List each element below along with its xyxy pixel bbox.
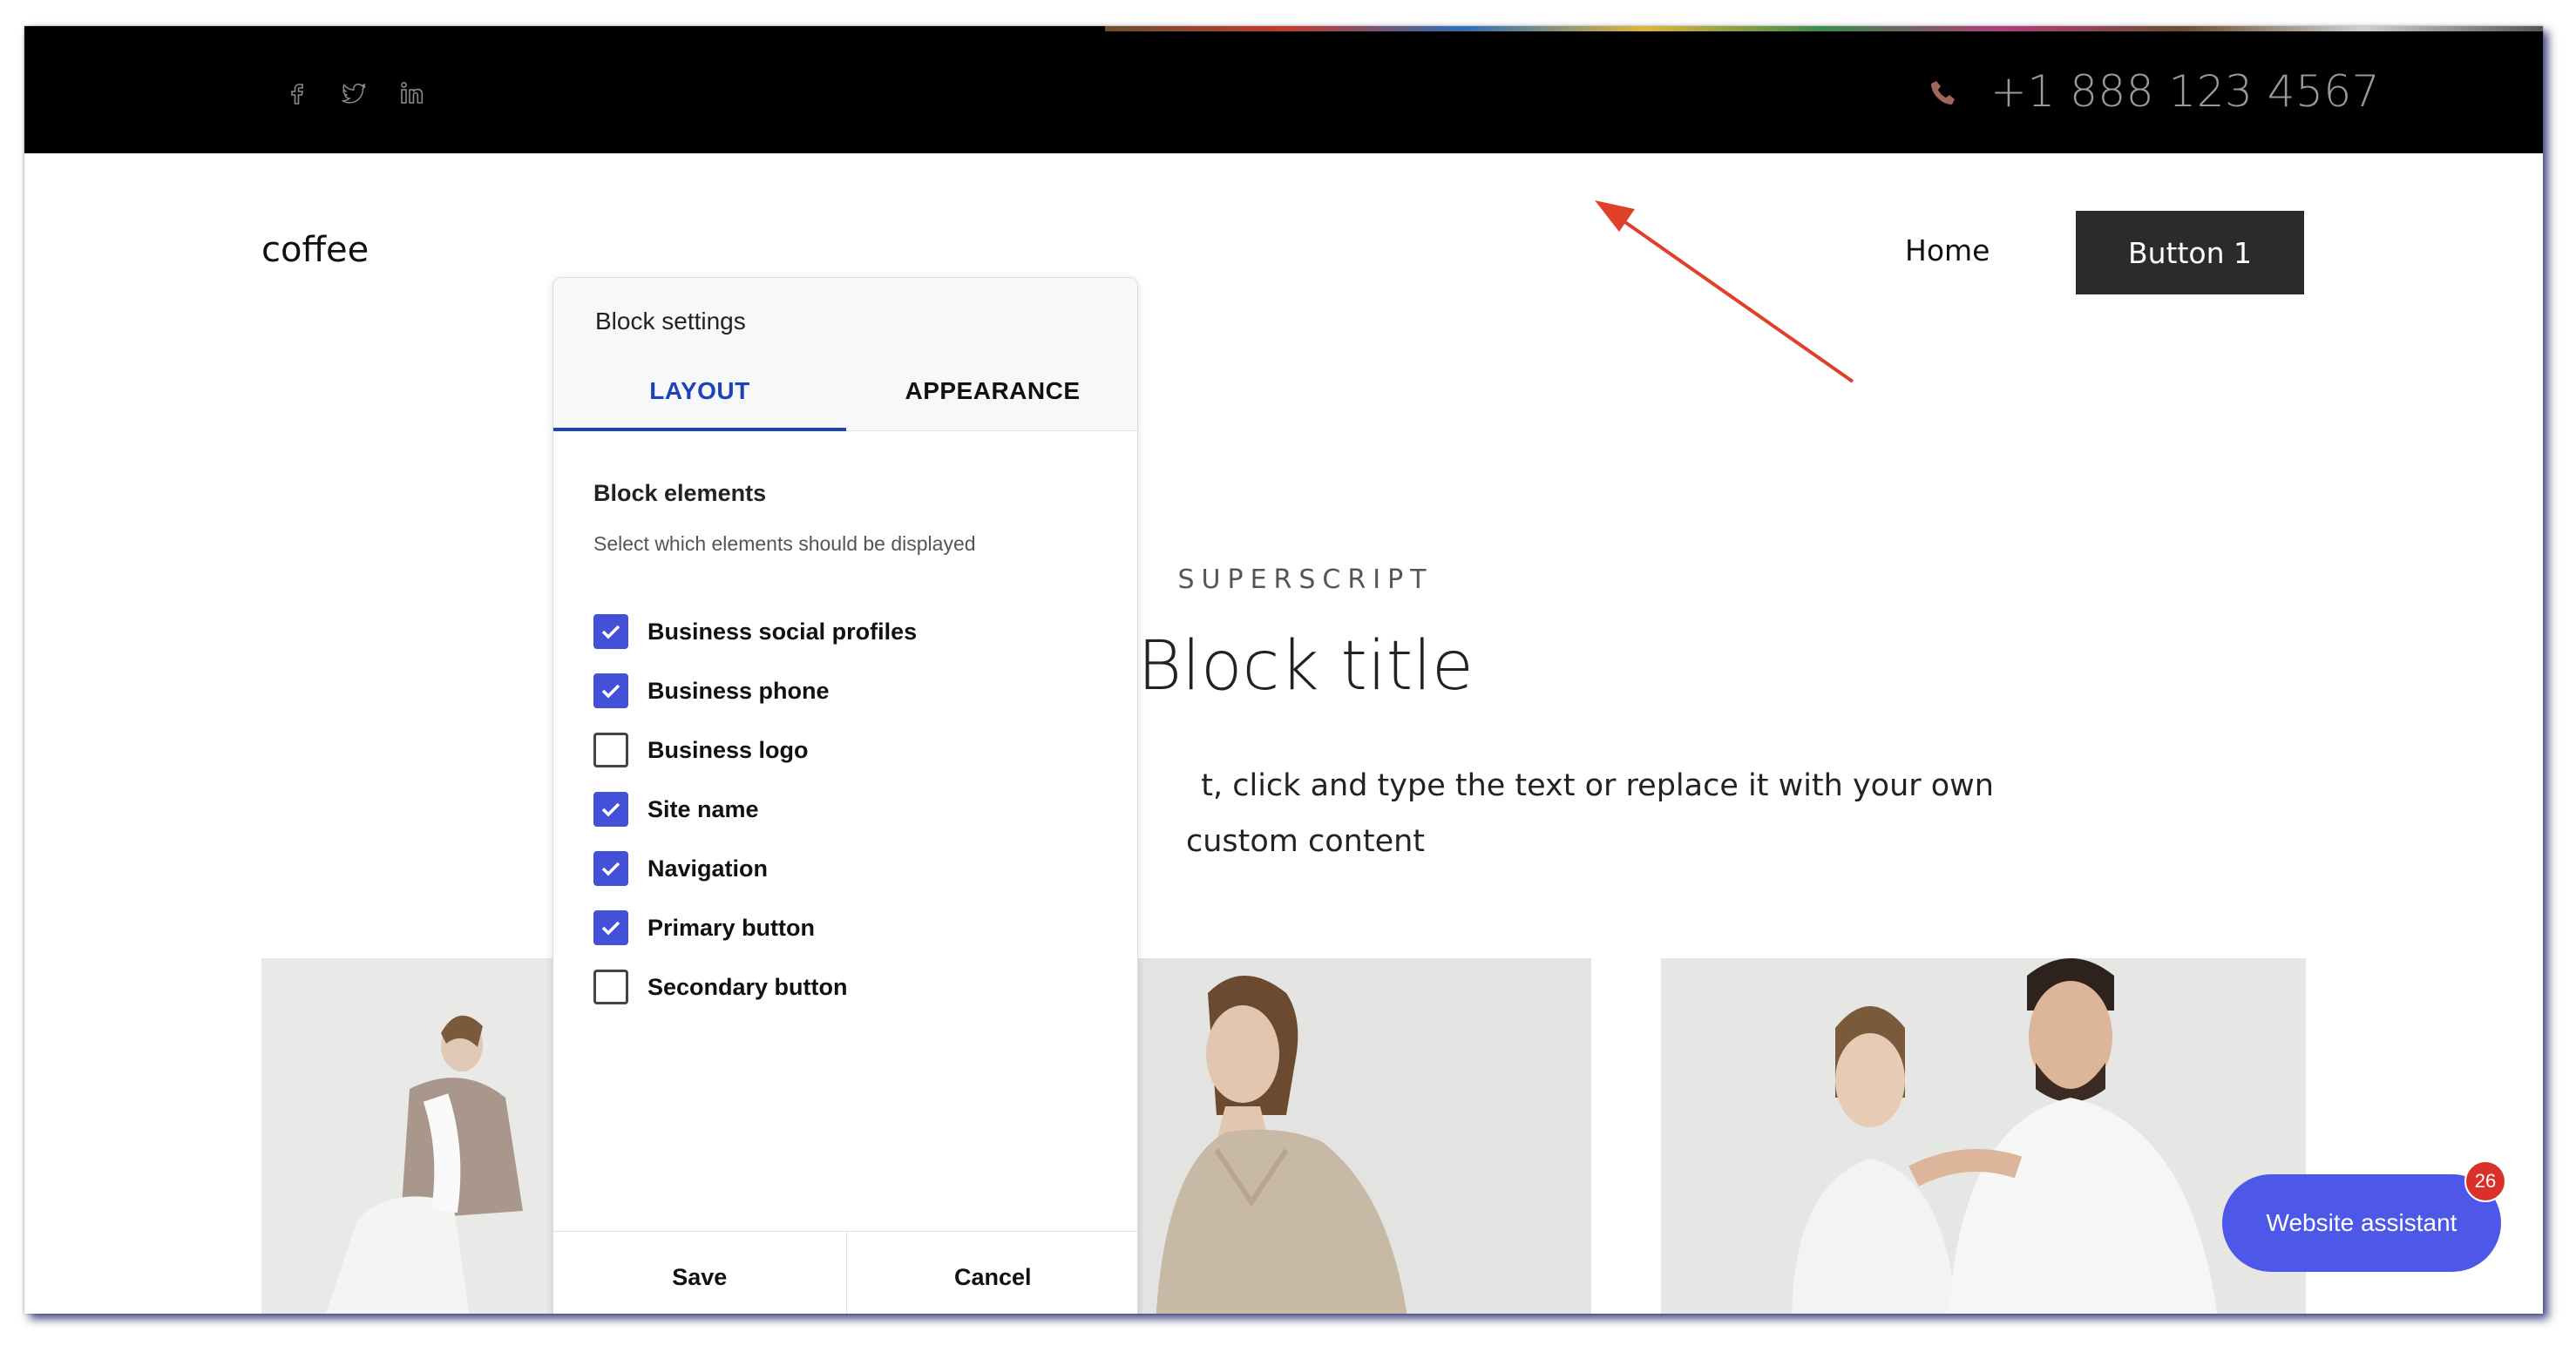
annotation-arrow-icon bbox=[1595, 200, 1854, 383]
checkbox-label: Primary button bbox=[647, 914, 816, 941]
dialog-header: Block settings LAYOUT APPEARANCE bbox=[553, 278, 1137, 431]
checkbox-site-name[interactable]: Site name bbox=[593, 790, 759, 828]
browser-frame: +1 888 123 4567 coffee Home Button 1 SUP… bbox=[24, 26, 2543, 1314]
nav-home-link[interactable]: Home bbox=[1905, 233, 1990, 267]
checkbox-label: Business social profiles bbox=[647, 618, 918, 645]
phone-icon bbox=[1931, 81, 1955, 105]
checkbox-checked-icon[interactable] bbox=[593, 614, 628, 649]
checkbox-label: Business phone bbox=[647, 677, 830, 704]
checkbox-label: Navigation bbox=[647, 855, 769, 882]
hero-image-strip bbox=[1105, 26, 2543, 31]
dialog-title: Block settings bbox=[595, 308, 746, 335]
checkbox-label: Business logo bbox=[647, 736, 809, 763]
top-bar: +1 888 123 4567 bbox=[24, 26, 2543, 153]
checkbox-business-social-profiles[interactable]: Business social profiles bbox=[593, 612, 917, 651]
checkbox-unchecked-icon[interactable] bbox=[593, 970, 628, 1004]
block-description-line1[interactable]: t, click and type the text or replace it… bbox=[1070, 768, 1994, 803]
site-name[interactable]: coffee bbox=[261, 230, 369, 270]
dialog-footer: Save Cancel bbox=[553, 1231, 1137, 1314]
section-title: Block elements bbox=[593, 480, 767, 506]
section-subtitle: Select which elements should be displaye… bbox=[593, 532, 976, 555]
checkbox-navigation[interactable]: Navigation bbox=[593, 849, 768, 888]
checkbox-business-phone[interactable]: Business phone bbox=[593, 672, 830, 710]
gallery-image-2[interactable] bbox=[1138, 958, 1591, 1314]
gallery-image-3[interactable] bbox=[1661, 958, 2306, 1314]
save-button[interactable]: Save bbox=[553, 1232, 847, 1314]
checkbox-checked-icon[interactable] bbox=[593, 792, 628, 827]
facebook-icon[interactable] bbox=[284, 80, 310, 106]
checkbox-secondary-button[interactable]: Secondary button bbox=[593, 968, 848, 1006]
checkbox-business-logo[interactable]: Business logo bbox=[593, 731, 809, 769]
couple-portrait-image bbox=[1661, 958, 2306, 1314]
checkbox-checked-icon[interactable] bbox=[593, 910, 628, 945]
business-phone[interactable]: +1 888 123 4567 bbox=[1990, 66, 2380, 117]
cancel-button[interactable]: Cancel bbox=[846, 1232, 1137, 1314]
website-assistant-button[interactable]: Website assistant bbox=[2222, 1174, 2501, 1272]
woman-blazer-image bbox=[1138, 958, 1591, 1314]
block-settings-dialog: Block settings LAYOUT APPEARANCE Block e… bbox=[552, 277, 1138, 1314]
tab-appearance[interactable]: APPEARANCE bbox=[846, 365, 1137, 431]
twitter-icon[interactable] bbox=[342, 80, 368, 106]
checkbox-label: Site name bbox=[647, 795, 759, 822]
tab-layout[interactable]: LAYOUT bbox=[553, 365, 846, 431]
checkbox-label: Secondary button bbox=[647, 973, 848, 1000]
gallery-image-1[interactable] bbox=[261, 958, 559, 1314]
block-superscript[interactable]: SUPERSCRIPT bbox=[1157, 564, 1454, 595]
checkbox-primary-button[interactable]: Primary button bbox=[593, 909, 815, 947]
linkedin-icon[interactable] bbox=[399, 80, 425, 106]
checkbox-checked-icon[interactable] bbox=[593, 673, 628, 708]
primary-button[interactable]: Button 1 bbox=[2076, 211, 2304, 294]
checkbox-unchecked-icon[interactable] bbox=[593, 733, 628, 767]
block-title[interactable]: Block title bbox=[1105, 627, 1506, 706]
checkbox-checked-icon[interactable] bbox=[593, 851, 628, 886]
woman-portrait-image bbox=[261, 958, 559, 1314]
notification-badge: 26 bbox=[2464, 1160, 2506, 1202]
